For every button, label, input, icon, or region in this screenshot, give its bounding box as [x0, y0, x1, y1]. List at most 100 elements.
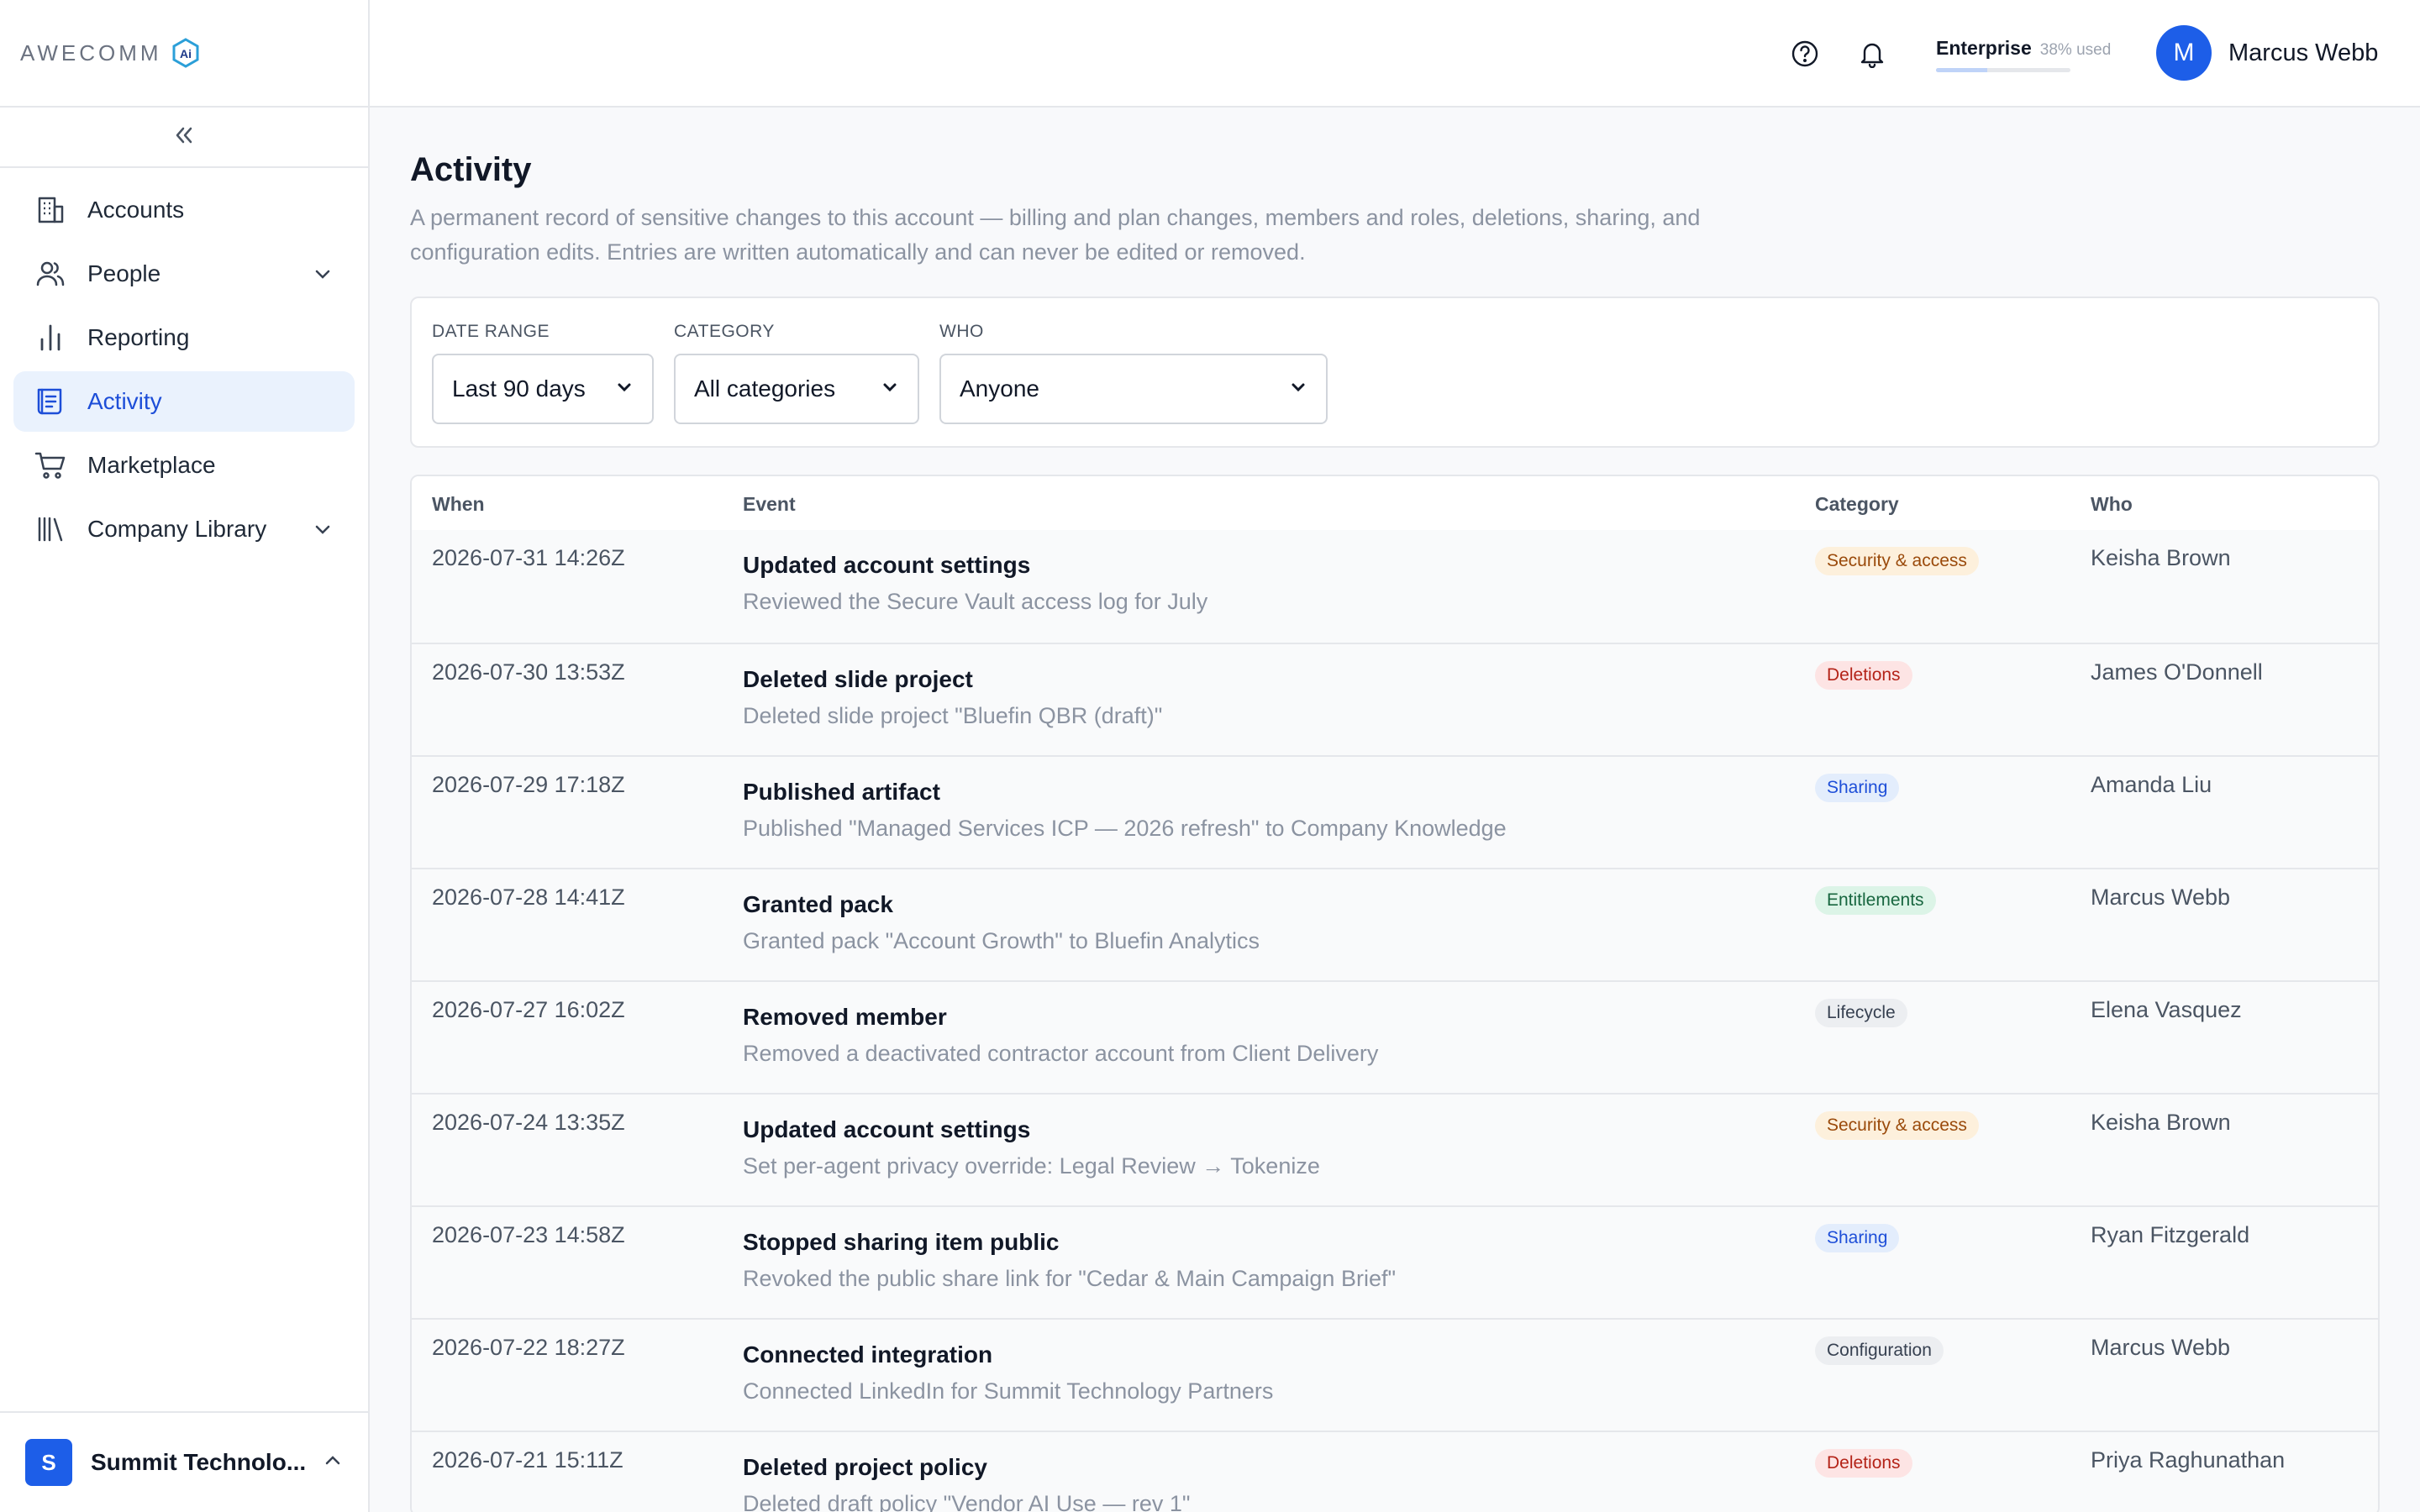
category-badge: Sharing — [1815, 1224, 1900, 1252]
filters-panel: DATE RANGE Last 90 days CATEGORY All cat… — [410, 297, 2380, 448]
category-badge: Lifecycle — [1815, 999, 1907, 1027]
cell-when: 2026-07-21 15:11Z — [432, 1447, 623, 1473]
cell-when: 2026-07-28 14:41Z — [432, 885, 625, 910]
table-row[interactable]: 2026-07-24 13:35Z Updated account settin… — [412, 1093, 2378, 1205]
cell-when: 2026-07-22 18:27Z — [432, 1335, 625, 1360]
main-content: Activity A permanent record of sensitive… — [410, 108, 2380, 1512]
date-range-select[interactable]: Last 90 days — [432, 354, 654, 424]
table-row[interactable]: 2026-07-29 17:18Z Published artifact Pub… — [412, 755, 2378, 868]
category-select[interactable]: All categories — [674, 354, 919, 424]
table-row[interactable]: 2026-07-27 16:02Z Removed member Removed… — [412, 980, 2378, 1093]
cell-who: Marcus Webb — [2091, 885, 2231, 910]
cell-when: 2026-07-27 16:02Z — [432, 997, 625, 1022]
category-badge: Sharing — [1815, 774, 1900, 802]
sidebar-item-accounts[interactable]: Accounts — [13, 180, 355, 240]
select-value: Last 90 days — [452, 375, 586, 402]
filter-label: CATEGORY — [674, 322, 775, 341]
filter-label: WHO — [939, 322, 984, 341]
sidebar-item-company-library[interactable]: Company Library — [13, 499, 355, 559]
cell-who: Ryan Fitzgerald — [2091, 1222, 2250, 1247]
category-badge: Configuration — [1815, 1336, 1944, 1365]
event-title: Published artifact — [743, 779, 940, 805]
table-body: 2026-07-31 14:26Z Updated account settin… — [412, 530, 2378, 1512]
user-menu[interactable]: M Marcus Webb — [2156, 25, 2378, 81]
cell-who: Amanda Liu — [2091, 772, 2212, 797]
cell-when: 2026-07-23 14:58Z — [432, 1222, 625, 1247]
table-row[interactable]: 2026-07-31 14:26Z Updated account settin… — [412, 530, 2378, 643]
sidebar-item-people[interactable]: People — [13, 244, 355, 304]
event-title: Updated account settings — [743, 1116, 1031, 1142]
sidebar-item-label: Accounts — [87, 197, 185, 223]
table-row[interactable]: 2026-07-30 13:53Z Deleted slide project … — [412, 643, 2378, 755]
column-header-event[interactable]: Event — [743, 493, 796, 516]
double-chevron-left-icon — [171, 123, 197, 152]
sidebar-item-label: People — [87, 260, 161, 286]
chevron-down-icon — [1289, 375, 1307, 402]
table-row[interactable]: 2026-07-22 18:27Z Connected integration … — [412, 1318, 2378, 1431]
event-detail: Removed a deactivated contractor account… — [743, 1041, 1379, 1066]
chevron-down-icon — [881, 375, 899, 402]
chevron-down-icon[interactable] — [311, 262, 334, 286]
event-title: Updated account settings — [743, 552, 1031, 578]
logo[interactable]: AWECOMM Ai — [0, 0, 368, 108]
top-bar: Enterprise 38% used M Marcus Webb — [370, 0, 2420, 108]
table-row[interactable]: 2026-07-21 15:11Z Deleted project policy… — [412, 1431, 2378, 1512]
sidebar-item-label: Activity — [87, 388, 162, 414]
chevron-down-icon[interactable] — [311, 517, 334, 541]
sidebar-item-label: Marketplace — [87, 452, 216, 478]
column-header-who[interactable]: Who — [2091, 493, 2133, 516]
sidebar-item-activity[interactable]: Activity — [13, 371, 355, 432]
event-title: Removed member — [743, 1004, 947, 1030]
event-detail: Set per-agent privacy override: Legal Re… — [743, 1153, 1320, 1179]
table-row[interactable]: 2026-07-23 14:58Z Stopped sharing item p… — [412, 1205, 2378, 1318]
column-header-when[interactable]: When — [432, 493, 485, 516]
sidebar-item-reporting[interactable]: Reporting — [13, 307, 355, 368]
people-icon — [34, 257, 67, 291]
who-select[interactable]: Anyone — [939, 354, 1328, 424]
chevron-down-icon — [615, 375, 634, 402]
event-detail: Granted pack "Account Growth" to Bluefin… — [743, 928, 1260, 953]
activity-table: When Event Category Who 2026-07-31 14:26… — [410, 475, 2380, 1512]
cell-who: James O'Donnell — [2091, 659, 2263, 685]
cell-when: 2026-07-30 13:53Z — [432, 659, 625, 685]
cell-when: 2026-07-31 14:26Z — [432, 545, 625, 570]
org-switcher[interactable]: S Summit Technolo... — [0, 1411, 370, 1512]
collapse-sidebar-button[interactable] — [0, 108, 368, 168]
category-badge: Security & access — [1815, 547, 1979, 575]
plan-name: Enterprise — [1936, 37, 2032, 59]
table-header: When Event Category Who — [412, 476, 2378, 530]
sidebar-item-marketplace[interactable]: Marketplace — [13, 435, 355, 496]
category-badge: Entitlements — [1815, 886, 1936, 915]
ai-badge-icon: Ai — [171, 38, 201, 68]
event-detail: Connected LinkedIn for Summit Technology… — [743, 1378, 1274, 1404]
column-header-category[interactable]: Category — [1815, 493, 1899, 516]
cell-who: Elena Vasquez — [2091, 997, 2242, 1022]
plan-usage[interactable]: Enterprise 38% used — [1936, 37, 2111, 72]
plan-usage-bar — [1936, 68, 2070, 72]
event-detail: Published "Managed Services ICP — 2026 r… — [743, 816, 1507, 841]
org-avatar: S — [25, 1439, 72, 1486]
event-title: Connected integration — [743, 1341, 993, 1368]
event-detail: Reviewed the Secure Vault access log for… — [743, 589, 1208, 614]
plan-usage-fill — [1936, 68, 1987, 72]
scroll-log-icon — [34, 385, 67, 418]
event-title: Stopped sharing item public — [743, 1229, 1060, 1255]
bell-icon[interactable] — [1855, 37, 1889, 71]
select-value: Anyone — [960, 375, 1039, 402]
cart-icon — [34, 449, 67, 482]
svg-text:Ai: Ai — [180, 47, 192, 60]
cell-who: Marcus Webb — [2091, 1335, 2231, 1360]
avatar: M — [2156, 25, 2212, 81]
sidebar: AWECOMM Ai Accounts People Reporting Act… — [0, 0, 370, 1512]
category-badge: Deletions — [1815, 661, 1912, 690]
page-description: A permanent record of sensitive changes … — [410, 205, 1701, 265]
event-title: Deleted slide project — [743, 666, 973, 692]
cell-when: 2026-07-29 17:18Z — [432, 772, 625, 797]
select-value: All categories — [694, 375, 836, 402]
building-icon — [34, 193, 67, 227]
plan-usage-text: 38% used — [2039, 41, 2112, 59]
category-badge: Security & access — [1815, 1111, 1979, 1140]
table-row[interactable]: 2026-07-28 14:41Z Granted pack Granted p… — [412, 868, 2378, 980]
event-detail: Deleted draft policy "Vendor AI Use — re… — [743, 1491, 1191, 1512]
help-icon[interactable] — [1788, 37, 1822, 71]
